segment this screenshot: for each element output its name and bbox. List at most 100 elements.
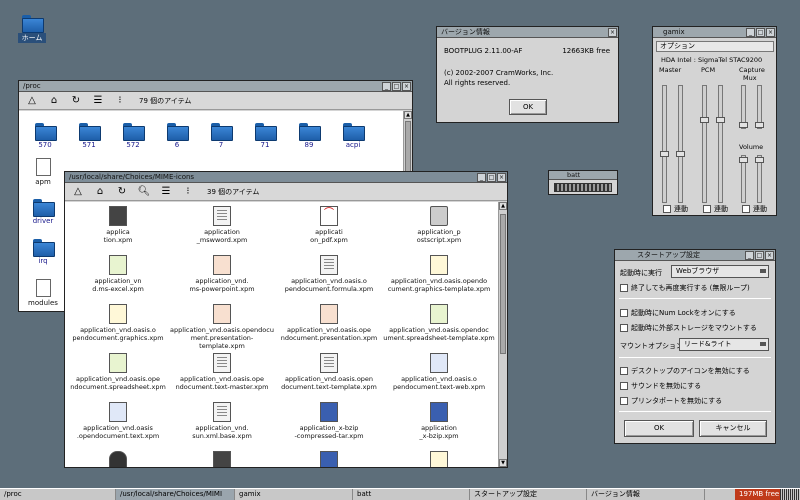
checkbox[interactable] — [703, 205, 711, 213]
minimize-button[interactable]: _ — [382, 82, 391, 91]
proc-titlebar[interactable]: /proc _ □ × — [19, 81, 412, 92]
disable-desktop-icons-checkbox[interactable]: デスクトップのアイコンを無効にする — [620, 366, 750, 376]
proc-left-item[interactable]: modules — [27, 279, 59, 307]
mime-file-item[interactable]: application_vnd.oasis.open document.text… — [275, 353, 383, 391]
slider-knob[interactable] — [739, 122, 748, 128]
proc-folder-item[interactable]: 571 — [75, 123, 103, 149]
close-button[interactable]: × — [608, 28, 617, 37]
batt-titlebar[interactable]: batt — [549, 171, 617, 180]
mime-file-item[interactable]: application_vn d.ms-excel.xpm — [68, 255, 168, 293]
close-button[interactable]: × — [765, 251, 774, 260]
checkbox[interactable] — [742, 205, 750, 213]
mime-file-item[interactable]: applica tion.xpm — [68, 206, 168, 244]
mime-file-item[interactable]: application_vnd.oasis.o pendocument.form… — [275, 255, 383, 293]
home-icon[interactable]: ⌂ — [93, 185, 107, 199]
mime-file-item[interactable] — [383, 451, 495, 467]
slider-knob[interactable] — [755, 122, 764, 128]
task-gamix[interactable]: gamix — [235, 489, 353, 500]
pcm-right-slider[interactable] — [718, 85, 723, 203]
task-batt[interactable]: batt — [353, 489, 470, 500]
maximize-button[interactable]: □ — [755, 251, 764, 260]
run-at-startup-select[interactable]: Webブラウザ — [671, 265, 769, 278]
numlock-checkbox[interactable]: 起動時にNum Lockをオンにする — [620, 308, 736, 318]
mime-file-item[interactable]: application _mswword.xpm — [168, 206, 276, 244]
mime-file-item[interactable]: application_vnd.oasis.opendoc ument.spre… — [383, 304, 495, 342]
cancel-button[interactable]: キャンセル — [699, 420, 767, 437]
scroll-up-arrow[interactable]: ▲ — [499, 202, 507, 210]
checkbox[interactable] — [663, 205, 671, 213]
mime-file-item[interactable]: application_vnd.oasis.opendo cument.grap… — [383, 255, 495, 293]
mime-file-item[interactable]: application_vnd.oasis .opendocument.text… — [68, 402, 168, 440]
proc-folder-item[interactable]: 7 — [207, 123, 235, 149]
checkbox[interactable] — [620, 324, 628, 332]
ok-button[interactable]: OK — [509, 99, 547, 115]
proc-left-item[interactable]: apm — [27, 158, 59, 186]
mime-file-item[interactable] — [168, 451, 276, 467]
list-view-icon[interactable]: ☰ — [91, 94, 105, 108]
pcm-link-checkbox[interactable]: 連動 — [703, 204, 728, 214]
close-button[interactable]: × — [497, 173, 506, 182]
startup-titlebar[interactable]: スタートアップ設定 _ □ × — [615, 250, 775, 261]
refresh-icon[interactable]: ↻ — [115, 185, 129, 199]
maximize-button[interactable]: □ — [756, 28, 765, 37]
grid-view-icon[interactable]: ⁝ — [113, 94, 127, 108]
options-menu[interactable]: オプション — [656, 41, 774, 52]
slider-knob[interactable] — [716, 117, 725, 123]
checkbox[interactable] — [620, 382, 628, 390]
checkbox[interactable] — [620, 284, 628, 292]
scroll-up-arrow[interactable]: ▲ — [404, 111, 412, 119]
close-button[interactable]: × — [402, 82, 411, 91]
refresh-icon[interactable]: ↻ — [69, 94, 83, 108]
checkbox[interactable] — [620, 367, 628, 375]
close-button[interactable]: × — [766, 28, 775, 37]
slider-knob[interactable] — [700, 117, 709, 123]
mime-titlebar[interactable]: /usr/local/share/Choices/MIME-icons _ □ × — [65, 172, 507, 183]
proc-left-item[interactable]: irq — [27, 239, 59, 265]
mime-file-item[interactable]: application_vnd.oasis.opendocu ment.pres… — [168, 304, 276, 350]
minimize-button[interactable]: _ — [477, 173, 486, 182]
gamix-titlebar[interactable]: gamix _ □ × — [653, 27, 776, 38]
search-icon[interactable]: 🔍︎ — [137, 185, 151, 199]
task-startup[interactable]: スタートアップ設定 — [470, 489, 587, 500]
desktop-home-icon[interactable]: ホーム — [18, 15, 46, 43]
master-link-checkbox[interactable]: 連動 — [663, 204, 688, 214]
pcm-left-slider[interactable] — [702, 85, 707, 203]
mime-file-item[interactable]: application_vnd.oasis.ope ndocument.pres… — [275, 304, 383, 342]
checkbox[interactable] — [620, 397, 628, 405]
proc-folder-item[interactable]: 71 — [251, 123, 279, 149]
task-version[interactable]: バージョン情報 — [587, 489, 705, 500]
task-mime[interactable]: /usr/local/share/Choices/MIMI — [116, 489, 235, 500]
minimize-button[interactable]: _ — [746, 28, 755, 37]
mime-file-item[interactable]: applicati on_pdf.xpm — [275, 206, 383, 244]
ok-button[interactable]: OK — [624, 420, 694, 437]
mime-file-item[interactable]: application_p ostscript.xpm — [383, 206, 495, 244]
checkbox[interactable] — [620, 309, 628, 317]
slider-knob[interactable] — [739, 157, 748, 163]
proc-folder-item[interactable]: 570 — [31, 123, 59, 149]
proc-folder-item[interactable]: acpi — [339, 123, 367, 149]
grid-view-icon[interactable]: ⁝ — [181, 185, 195, 199]
proc-folder-item[interactable]: 572 — [119, 123, 147, 149]
slider-knob[interactable] — [676, 151, 685, 157]
slider-knob[interactable] — [755, 157, 764, 163]
mime-file-item[interactable]: application_vnd.oasis.ope ndocument.spre… — [68, 353, 168, 391]
capture-link-checkbox[interactable]: 連動 — [742, 204, 767, 214]
scrollbar-thumb[interactable] — [500, 214, 506, 354]
home-icon[interactable]: ⌂ — [47, 94, 61, 108]
minimize-button[interactable]: _ — [745, 251, 754, 260]
up-icon[interactable]: △ — [25, 94, 39, 108]
mime-file-item[interactable]: application_x-bzip -compressed-tar.xpm — [275, 402, 383, 440]
mime-scrollbar[interactable]: ▲ ▼ — [498, 202, 507, 467]
mount-checkbox[interactable]: 起動時に外部ストレージをマウントする — [620, 323, 757, 333]
mime-file-item[interactable] — [275, 451, 383, 467]
mime-file-item[interactable] — [68, 451, 168, 467]
version-titlebar[interactable]: バージョン情報 × — [437, 27, 618, 38]
scroll-down-arrow[interactable]: ▼ — [499, 459, 507, 467]
mime-file-item[interactable]: application_vnd.oasis.ope ndocument.text… — [168, 353, 276, 391]
mime-file-item[interactable]: application_vnd.oasis.o pendocument.grap… — [68, 304, 168, 342]
master-right-slider[interactable] — [678, 85, 683, 203]
mime-file-item[interactable]: application_vnd. ms-powerpoint.xpm — [168, 255, 276, 293]
mime-file-item[interactable]: application_vnd. sun.xml.base.xpm — [168, 402, 276, 440]
mime-file-item[interactable]: application _x-bzip.xpm — [383, 402, 495, 440]
proc-folder-item[interactable]: 89 — [295, 123, 323, 149]
